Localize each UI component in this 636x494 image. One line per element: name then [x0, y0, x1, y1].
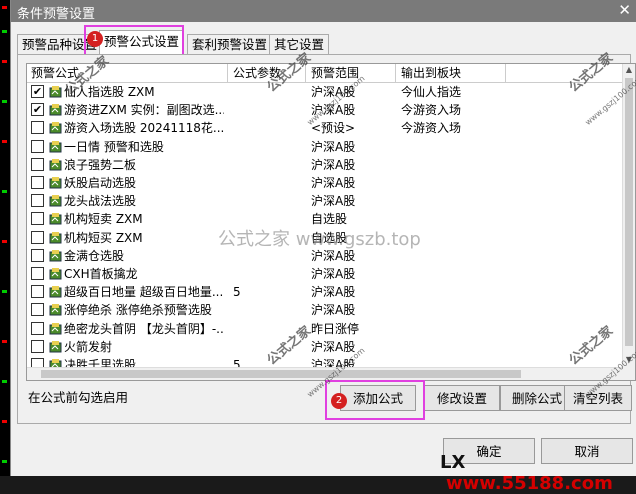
alert-range: 沪深A股 [311, 176, 356, 190]
delete-formula-button[interactable]: 删除公式 [500, 385, 574, 411]
table-row[interactable]: 游资入场选股 20241118花... <预设> 今游资入场 [27, 119, 623, 137]
site-logo: LX www.55188.com [440, 452, 636, 494]
formula-name: 火箭发射 [64, 339, 113, 354]
alert-range: 沪深A股 [311, 285, 356, 300]
formula-name: 仙人指选股 ZXM [64, 85, 155, 99]
formula-icon [49, 104, 62, 116]
enable-checkbox[interactable] [31, 176, 44, 189]
enable-checkbox[interactable] [31, 285, 44, 299]
step-badge-2: 2 [331, 393, 347, 409]
formula-icon [49, 86, 62, 98]
window-title: 条件预警设置 [17, 7, 96, 22]
enable-checkbox[interactable] [31, 321, 44, 335]
formula-name: 涨停绝杀 涨停绝杀预警选股 [64, 303, 212, 318]
formula-icon [49, 322, 62, 335]
formula-name: 超级百日地量 超级百日地量... [64, 285, 224, 300]
enable-checkbox[interactable]: ✔ [31, 85, 44, 98]
formula-icon [49, 231, 62, 244]
formula-icon [49, 249, 62, 262]
formula-icon [49, 286, 62, 298]
watermark-text: 公式之家 www.gszb.top [218, 229, 421, 250]
table-row[interactable]: CXH首板擒龙 沪深A股 [27, 265, 623, 283]
alert-range: 沪深A股 [311, 194, 356, 209]
formula-icon [49, 304, 62, 316]
enable-checkbox[interactable] [31, 230, 44, 244]
enable-checkbox[interactable] [31, 248, 44, 262]
formula-icon [49, 140, 62, 153]
close-icon[interactable]: ✕ [618, 1, 631, 19]
alert-range: 沪深A股 [311, 303, 356, 318]
formula-name: 一日情 预警和选股 [64, 139, 164, 154]
background-strip [0, 0, 10, 476]
formula-name: 机构短卖 ZXM [64, 212, 143, 227]
alert-range: 昨日涨停 [311, 321, 360, 336]
formula-name: 妖股启动选股 [64, 176, 137, 190]
table-row[interactable]: 火箭发射 沪深A股 [27, 338, 623, 356]
formula-name: 游资进ZXM 实例：副图改选... [64, 103, 224, 118]
formula-name: 金满仓选股 [64, 248, 125, 263]
logo-url: www.55188.com [446, 473, 613, 494]
formula-icon [49, 213, 62, 225]
vertical-scrollbar[interactable]: ▲ ▼ [622, 64, 635, 380]
formula-icon [49, 340, 62, 353]
enable-checkbox[interactable] [31, 194, 44, 208]
scroll-up-icon[interactable]: ▲ [623, 64, 635, 76]
logo-prefix: LX [440, 452, 466, 473]
formula-name: 机构短买 ZXM [64, 230, 143, 245]
step-badge-1: 1 [87, 31, 103, 47]
enable-checkbox[interactable]: ✔ [31, 103, 44, 117]
scroll-thumb[interactable] [625, 78, 633, 346]
tab-arbitrage-settings[interactable]: 套利预警设置 [187, 34, 273, 54]
formula-param: 5 [233, 285, 241, 300]
tab-label: 套利预警设置 [192, 37, 268, 52]
table-row[interactable]: 龙头战法选股 沪深A股 [27, 192, 623, 210]
alert-range: 沪深A股 [311, 339, 356, 354]
formula-name: 龙头战法选股 [64, 194, 137, 209]
status-hint: 在公式前勾选启用 [28, 390, 129, 405]
output-block: 今仙人指选 [401, 85, 462, 99]
enable-checkbox[interactable] [31, 212, 44, 226]
column-header-output[interactable]: 输出到板块 [397, 66, 461, 80]
enable-checkbox[interactable] [31, 157, 44, 171]
modify-settings-button[interactable]: 修改设置 [424, 385, 500, 411]
table-row[interactable]: 超级百日地量 超级百日地量... 5 沪深A股 [27, 283, 623, 301]
formula-name: CXH首板擒龙 [64, 267, 138, 281]
formula-icon [49, 122, 62, 134]
alert-range: 沪深A股 [311, 139, 356, 154]
formula-list[interactable]: 预警公式 公式参数 预警范围 输出到板块 ✔ 仙人指选股 ZXM 沪深A股 今仙人指选… [26, 63, 636, 381]
table-row[interactable]: 浪子强势二板 沪深A股 [27, 156, 623, 174]
alert-range: 沪深A股 [311, 267, 356, 281]
formula-name: 绝密龙头首阴 【龙头首阴】-... [64, 321, 224, 336]
table-row[interactable]: 绝密龙头首阴 【龙头首阴】-... 昨日涨停 [27, 320, 623, 338]
list-header: 预警公式 公式参数 预警范围 输出到板块 [27, 64, 623, 83]
table-row[interactable]: 妖股启动选股 沪深A股 [27, 174, 623, 192]
formula-name: 浪子强势二板 [64, 157, 137, 172]
output-block: 今游资入场 [401, 121, 462, 136]
alert-range: <预设> [311, 121, 356, 136]
enable-checkbox[interactable] [31, 339, 44, 353]
hscroll-thumb[interactable] [41, 370, 521, 378]
column-header-range[interactable]: 预警范围 [307, 66, 359, 80]
table-row[interactable]: 一日情 预警和选股 沪深A股 [27, 138, 623, 156]
enable-checkbox[interactable] [31, 139, 44, 153]
formula-icon [49, 177, 62, 189]
formula-name: 游资入场选股 20241118花... [64, 121, 224, 136]
formula-icon [49, 158, 62, 171]
enable-checkbox[interactable] [31, 121, 44, 135]
enable-checkbox[interactable] [31, 267, 44, 280]
title-bar: 条件预警设置 ✕ [11, 0, 636, 22]
enable-checkbox[interactable] [31, 303, 44, 317]
table-row[interactable]: 涨停绝杀 涨停绝杀预警选股 沪深A股 [27, 301, 623, 319]
output-block: 今游资入场 [401, 103, 462, 118]
formula-icon [49, 268, 62, 280]
formula-icon [49, 195, 62, 207]
alert-range: 沪深A股 [311, 157, 356, 172]
table-row[interactable]: ✔ 仙人指选股 ZXM 沪深A股 今仙人指选 [27, 83, 623, 101]
